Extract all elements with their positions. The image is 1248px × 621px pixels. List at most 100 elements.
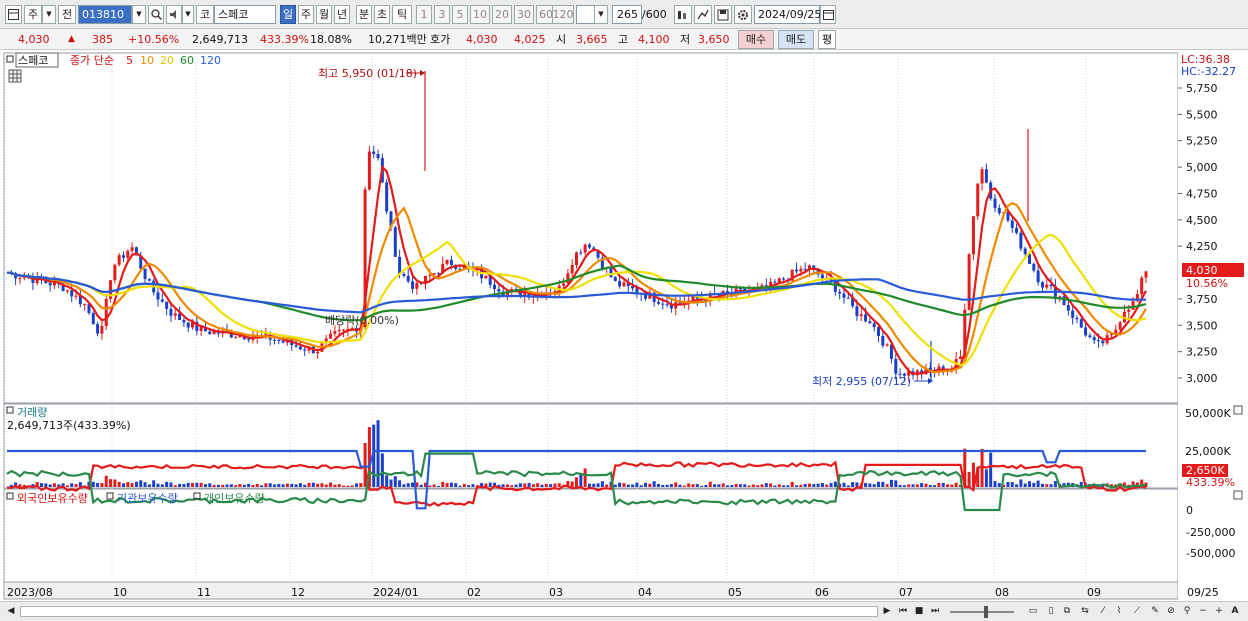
- interval-120-button[interactable]: 120: [552, 5, 574, 24]
- candle-body: [773, 281, 777, 283]
- volume-bar: [1049, 484, 1053, 487]
- volume-bar: [441, 481, 445, 487]
- interval-dropdown-icon[interactable]: ▼: [594, 5, 608, 24]
- stock-name-field[interactable]: 스페코: [214, 5, 276, 24]
- line-tool-icon[interactable]: ⁄: [1096, 604, 1110, 619]
- link-icon[interactable]: ⧉: [1060, 604, 1074, 619]
- zoom-slider-handle[interactable]: [984, 606, 988, 618]
- price-panel[interactable]: [3, 52, 1179, 404]
- forward-icon[interactable]: ⏭: [928, 604, 942, 619]
- period-day-button[interactable]: 일: [280, 5, 296, 24]
- draw-edit-icon[interactable]: ✎: [1148, 604, 1162, 619]
- data-count-input[interactable]: 265: [612, 5, 642, 24]
- layout-icon[interactable]: [5, 5, 22, 24]
- candle-body: [661, 303, 665, 305]
- interval-30-button[interactable]: 30: [514, 5, 534, 24]
- volume-bar: [70, 483, 74, 487]
- candle-body: [1036, 270, 1040, 283]
- zoom-in-icon[interactable]: +: [1212, 604, 1226, 619]
- volume-bar: [674, 482, 678, 487]
- stop-icon[interactable]: ■: [912, 604, 926, 619]
- interval-20-button[interactable]: 20: [492, 5, 512, 24]
- candle-body: [329, 333, 333, 339]
- x-axis-label: 10: [113, 586, 127, 599]
- chart-canvas[interactable]: 최고 5,950 (01/18) 최저 2,955 (07/12) 배당락(0.…: [0, 51, 1248, 601]
- candle-body: [406, 275, 410, 282]
- sell-button[interactable]: 매도: [778, 30, 814, 49]
- volume-bar: [760, 484, 764, 487]
- prev-button[interactable]: 전: [58, 5, 76, 24]
- candle-body: [1084, 327, 1088, 336]
- chart-table-icon[interactable]: [8, 69, 22, 83]
- period-second-button[interactable]: 초: [374, 5, 390, 24]
- search-icon[interactable]: [148, 5, 164, 24]
- interval-10-button[interactable]: 10: [470, 5, 490, 24]
- interval-1-button[interactable]: 1: [416, 5, 432, 24]
- candle-body: [100, 325, 104, 334]
- gear-icon[interactable]: [734, 5, 752, 24]
- zoom-search-icon[interactable]: ⚲: [1180, 604, 1194, 619]
- candle-body: [980, 169, 984, 184]
- volume-bar: [764, 483, 768, 487]
- window-icon[interactable]: ▭: [1026, 604, 1040, 619]
- chart-scrollbar[interactable]: ◀ ▶ ⏮ ■ ⏭ ▭ ▯ ⧉ ⇆ ⁄ ⌇ ⟋ ✎ ⊘ ⚲ − + A: [0, 601, 1248, 621]
- volume-bar: [260, 485, 264, 487]
- holding-close-icon[interactable]: [1233, 490, 1243, 500]
- scroll-track[interactable]: [20, 606, 878, 617]
- volume-bar: [505, 484, 509, 487]
- volume-bar: [462, 483, 466, 487]
- scroll-left-icon[interactable]: ◀: [4, 604, 18, 619]
- candle-body: [1019, 232, 1023, 249]
- period-minute-button[interactable]: 분: [356, 5, 372, 24]
- compare-icon[interactable]: ⇆: [1078, 604, 1092, 619]
- volume-bar: [74, 484, 78, 487]
- volume-bar: [195, 482, 199, 487]
- holding-panel[interactable]: [3, 488, 1179, 583]
- zoom-slider[interactable]: [950, 611, 1014, 613]
- volume-close-icon[interactable]: [1233, 405, 1243, 415]
- volume-bar: [807, 483, 811, 487]
- stock-chart[interactable]: 최고 5,950 (01/18) 최저 2,955 (07/12) 배당락(0.…: [0, 51, 1248, 601]
- stock-code-input[interactable]: 013810: [78, 5, 132, 24]
- eval-button[interactable]: 평: [818, 30, 836, 49]
- trend-tool-icon[interactable]: ⟋: [1130, 604, 1144, 619]
- code-dropdown-icon[interactable]: ▼: [132, 5, 146, 24]
- calendar-icon[interactable]: [820, 5, 836, 24]
- interval-3-button[interactable]: 3: [434, 5, 450, 24]
- auto-scale-icon[interactable]: A: [1228, 604, 1242, 619]
- scroll-right-icon[interactable]: ▶: [880, 604, 894, 619]
- volume-bar: [65, 485, 69, 487]
- fib-tool-icon[interactable]: ⌇: [1112, 604, 1126, 619]
- save-icon[interactable]: [714, 5, 732, 24]
- drawing-tool-icon[interactable]: [694, 5, 712, 24]
- candle-body: [294, 345, 298, 347]
- volume-bar: [553, 483, 557, 487]
- volume-bar: [920, 483, 924, 487]
- buy-button[interactable]: 매수: [738, 30, 774, 49]
- x-axis-label: 04: [638, 586, 652, 599]
- volume-bar: [160, 484, 164, 487]
- period-week-button[interactable]: 주: [298, 5, 314, 24]
- volume-bar: [247, 483, 251, 487]
- volume-bar: [324, 484, 328, 487]
- period-month-button[interactable]: 월: [316, 5, 332, 24]
- speaker-dropdown-icon[interactable]: ▼: [182, 5, 194, 24]
- zoom-out-icon[interactable]: −: [1196, 604, 1210, 619]
- volume-bar: [881, 481, 885, 487]
- volume-bar: [1045, 484, 1049, 487]
- candle-body: [484, 275, 488, 279]
- candle-body: [575, 252, 578, 266]
- market-dropdown-icon[interactable]: ▼: [42, 5, 56, 24]
- interval-5-button[interactable]: 5: [452, 5, 468, 24]
- date-input[interactable]: 2024/09/25: [754, 5, 821, 24]
- chart-tools-icon[interactable]: [674, 5, 692, 24]
- volume-bar: [1032, 482, 1036, 487]
- delete-draw-icon[interactable]: ⊘: [1164, 604, 1178, 619]
- candle-body: [143, 268, 147, 280]
- market-type-button[interactable]: 주: [24, 5, 42, 24]
- period-year-button[interactable]: 년: [334, 5, 350, 24]
- rewind-icon[interactable]: ⏮: [896, 604, 910, 619]
- split-icon[interactable]: ▯: [1044, 604, 1058, 619]
- period-tick-button[interactable]: 틱: [392, 5, 412, 24]
- speaker-icon[interactable]: [166, 5, 182, 24]
